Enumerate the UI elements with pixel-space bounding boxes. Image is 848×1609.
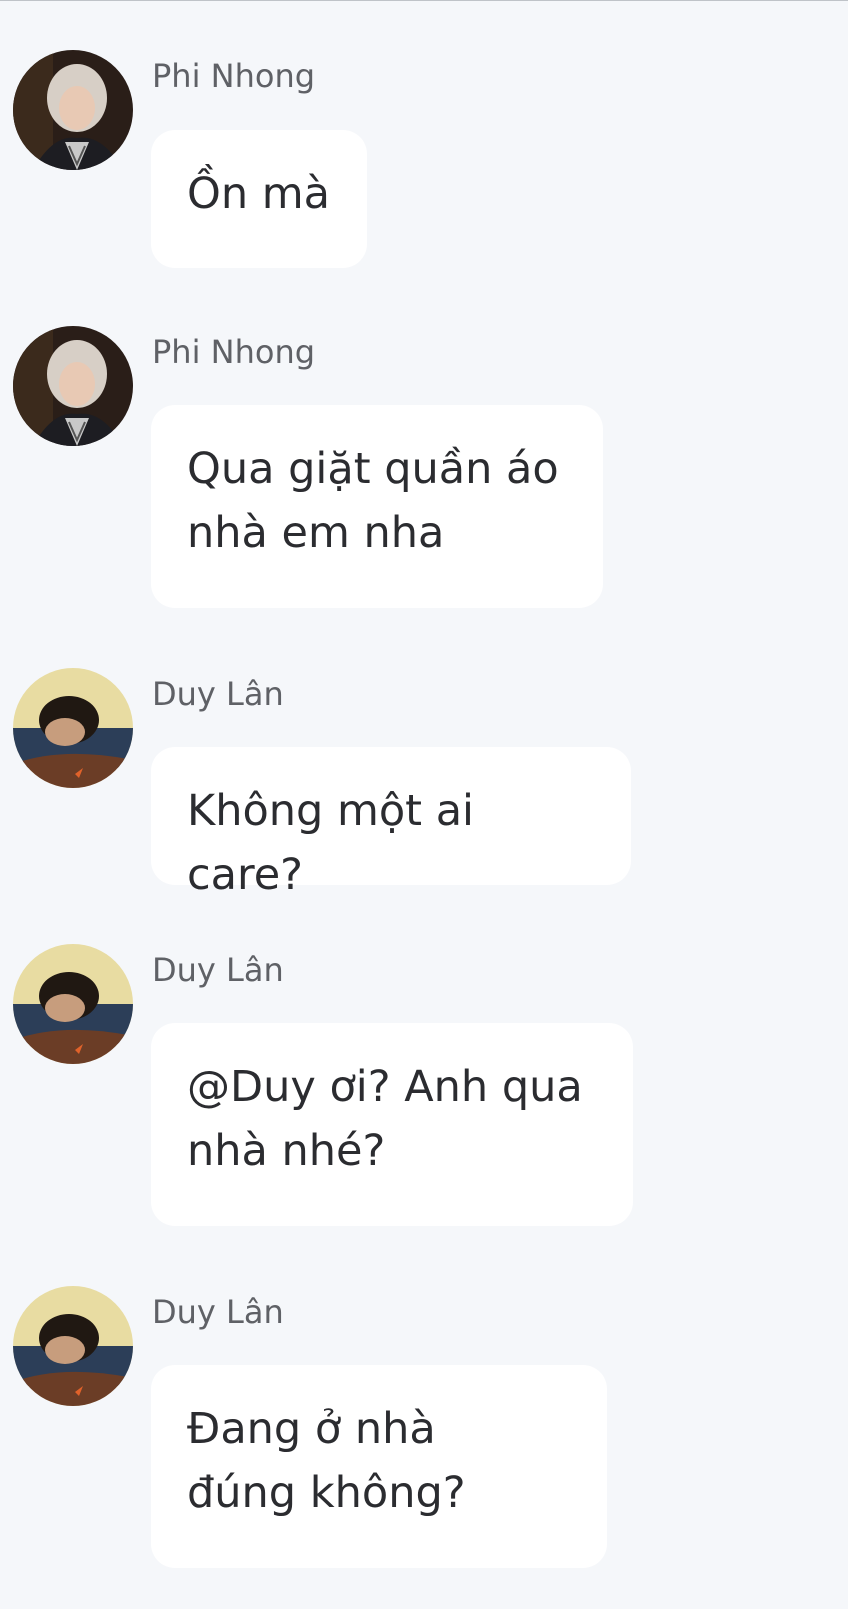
- sender-name: Duy Lân: [152, 1293, 284, 1331]
- duy-lan-avatar-icon[interactable]: [13, 1286, 133, 1406]
- top-divider: [0, 0, 848, 1]
- message-bubble[interactable]: Qua giặt quần áo nhà em nha: [151, 405, 603, 608]
- message-bubble[interactable]: Không một ai care?: [151, 747, 631, 900]
- message-bubble[interactable]: @Duy ơi? Anh qua nhà nhé?: [151, 1023, 633, 1226]
- message-bubble[interactable]: Đang ở nhà đúng không?: [151, 1365, 607, 1568]
- phi-nhong-avatar-icon[interactable]: [13, 326, 133, 446]
- message-bubble[interactable]: Ồn mà: [151, 130, 367, 268]
- phi-nhong-avatar-icon[interactable]: [13, 50, 133, 170]
- sender-name: Duy Lân: [152, 675, 284, 713]
- sender-name: Phi Nhong: [152, 57, 316, 95]
- sender-name: Phi Nhong: [152, 333, 316, 371]
- duy-lan-avatar-icon[interactable]: [13, 944, 133, 1064]
- duy-lan-avatar-icon[interactable]: [13, 668, 133, 788]
- sender-name: Duy Lân: [152, 951, 284, 989]
